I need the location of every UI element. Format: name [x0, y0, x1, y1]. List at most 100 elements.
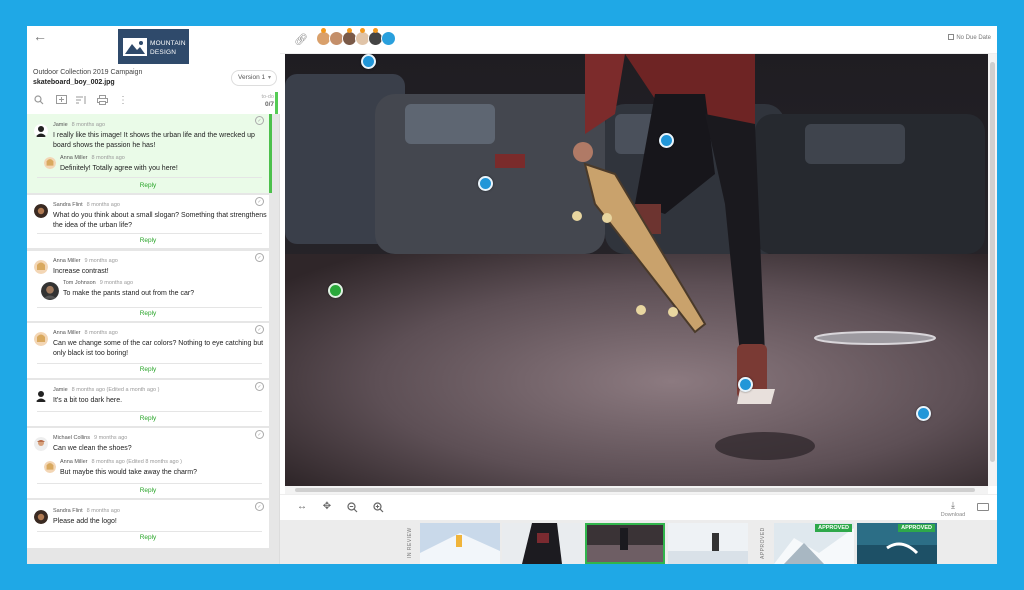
add-comment-icon[interactable] — [55, 95, 67, 107]
brand-logo: MOUNTAIN DESIGN — [118, 29, 189, 64]
comment-text: Can we change some of the car colors? No… — [53, 340, 264, 357]
annotation-pin-active[interactable] — [328, 283, 343, 298]
reply-button[interactable]: Reply — [27, 534, 269, 541]
resolve-check-icon[interactable]: ✓ — [255, 197, 264, 206]
comment-text: Can we clean the shoes? — [53, 445, 132, 452]
comment-time: 9 months ago — [94, 435, 128, 441]
image-canvas[interactable] — [285, 54, 988, 486]
comment-text: I really like this image! It shows the u… — [53, 132, 255, 149]
thumbnail[interactable] — [668, 523, 748, 564]
scrollbar-thumb[interactable] — [295, 488, 975, 492]
reply-author: Anna Miller — [60, 459, 88, 465]
keyboard-icon[interactable] — [977, 503, 989, 511]
resolve-check-icon[interactable]: ✓ — [255, 253, 264, 262]
comment-thread[interactable]: ✓ Sandra Flint 8 months ago What do you t… — [27, 195, 269, 248]
comment-text: Increase contrast! — [53, 268, 109, 275]
thumbnail[interactable]: APPROVED — [857, 523, 937, 564]
annotation-pin[interactable] — [478, 176, 493, 191]
comment-author: Anna Miller — [53, 330, 81, 336]
search-icon[interactable] — [33, 95, 45, 107]
download-button[interactable]: ⤓ Download — [938, 500, 968, 518]
thumbnail[interactable] — [420, 523, 500, 564]
annotation-pin[interactable] — [916, 406, 931, 421]
approved-section-label: APPROVED — [760, 527, 766, 559]
comment-thread[interactable]: ✓ Anna Miller 8 months ago Can we change … — [27, 323, 269, 378]
reply-button[interactable]: Reply — [27, 237, 269, 244]
divider — [37, 531, 262, 532]
version-label: Version 1 — [238, 74, 266, 81]
comment-meta: Anna Miller 8 months ago — [53, 330, 118, 336]
comment-author: Jamie — [53, 387, 68, 393]
comment-meta: Anna Miller 9 months ago — [53, 258, 118, 264]
reply-button[interactable]: Reply — [27, 415, 269, 422]
resolve-check-icon[interactable]: ✓ — [255, 325, 264, 334]
reply-button[interactable]: Reply — [27, 182, 269, 189]
reply-meta: Anna Miller 8 months ago (Edited 8 months… — [60, 459, 182, 465]
print-icon[interactable] — [96, 95, 108, 107]
vertical-scrollbar[interactable] — [988, 54, 997, 486]
thumbnail[interactable]: APPROVED — [774, 523, 854, 564]
avatar — [34, 389, 48, 403]
more-options-icon[interactable]: ⋮ — [117, 95, 129, 107]
comment-time: 8 months ago — [71, 122, 105, 128]
logo-text-line1: MOUNTAIN — [150, 40, 186, 47]
app-window: ← MOUNTAIN DESIGN Outdoor Collection 201… — [27, 26, 997, 564]
comment-text: Please add the logo! — [53, 518, 117, 525]
comment-thread[interactable]: ✓ Jamie 8 months ago I really like this i… — [27, 114, 272, 193]
logo-text-line2: DESIGN — [150, 49, 177, 56]
reply-author: Tom Johnson — [63, 280, 96, 286]
reply-button[interactable]: Reply — [27, 366, 269, 373]
back-arrow-icon[interactable]: ← — [33, 29, 47, 43]
viewer-topbar: 🔗︎ No Due Date — [280, 26, 997, 54]
comment-meta: Sandra Flint 8 months ago — [53, 508, 120, 514]
due-date[interactable]: No Due Date — [948, 34, 991, 41]
resolve-check-icon[interactable]: ✓ — [255, 430, 264, 439]
avatar — [34, 437, 48, 451]
chevron-down-icon: ▾ — [267, 75, 271, 81]
notification-dot — [347, 28, 352, 33]
panel-header: ← MOUNTAIN DESIGN Outdoor Collection 201… — [27, 26, 280, 114]
resolve-check-icon[interactable]: ✓ — [255, 502, 264, 511]
comment-meta: Michael Collins 9 months ago — [53, 435, 127, 441]
avatar[interactable] — [381, 31, 396, 46]
resolve-check-icon[interactable]: ✓ — [255, 116, 264, 125]
divider — [37, 411, 262, 412]
comment-thread[interactable]: ✓ Anna Miller 9 months ago Increase contr… — [27, 251, 269, 321]
reply-button[interactable]: Reply — [27, 310, 269, 317]
thumbnail[interactable] — [502, 523, 582, 564]
annotation-pin[interactable] — [659, 133, 674, 148]
resolve-check-icon[interactable]: ✓ — [255, 382, 264, 391]
avatar — [34, 204, 48, 218]
todo-value: 0/7 — [264, 101, 274, 108]
avatar — [34, 124, 48, 138]
notification-dot — [321, 28, 326, 33]
scrollbar-thumb[interactable] — [990, 62, 995, 462]
move-icon[interactable]: ✥ — [320, 502, 334, 512]
reply-time: 9 months ago — [99, 280, 134, 286]
reply-button[interactable]: Reply — [27, 487, 269, 494]
avatar — [44, 461, 56, 473]
avatar — [41, 282, 59, 300]
comment-thread[interactable]: ✓ Jamie 8 months ago (Edited a month ago … — [27, 380, 269, 426]
comment-meta: Jamie 8 months ago — [53, 122, 105, 128]
reply-time: 8 months ago (Edited 8 months ago ) — [91, 459, 183, 465]
divider — [37, 177, 262, 178]
horizontal-scrollbar[interactable] — [285, 486, 988, 494]
annotation-pin[interactable] — [361, 54, 376, 69]
comment-author: Michael Collins — [53, 435, 90, 441]
sort-icon[interactable] — [75, 95, 87, 107]
comment-author: Sandra Flint — [53, 202, 83, 208]
fit-width-icon[interactable]: ↔ — [295, 502, 309, 512]
comment-thread[interactable]: ✓ Sandra Flint 8 months ago Please add th… — [27, 500, 269, 548]
thumbnail-selected[interactable] — [585, 523, 665, 564]
version-dropdown[interactable]: Version 1 ▾ — [231, 70, 277, 86]
download-label: Download — [940, 512, 966, 518]
comment-thread[interactable]: ✓ Michael Collins 9 months ago Can we cle… — [27, 428, 269, 498]
zoom-in-icon[interactable] — [371, 502, 385, 516]
annotation-pin[interactable] — [738, 377, 753, 392]
zoom-out-icon[interactable] — [345, 502, 359, 516]
reply-text: But maybe this would take away the charm… — [60, 469, 197, 476]
link-icon[interactable]: 🔗︎ — [294, 33, 308, 46]
comment-author: Anna Miller — [53, 258, 81, 264]
comment-author: Sandra Flint — [53, 508, 83, 514]
